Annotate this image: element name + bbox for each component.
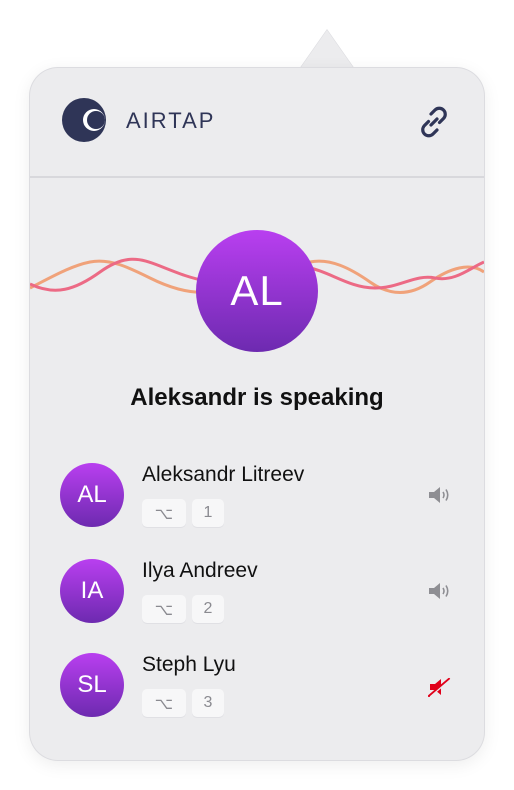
avatar: AL [60, 463, 124, 527]
airtap-logo-icon [62, 98, 106, 142]
shortcut-number-chip: 2 [192, 595, 224, 623]
option-key-chip: ⌥ [142, 595, 186, 623]
speaker-muted-icon[interactable] [428, 677, 452, 697]
participant-row[interactable]: IA Ilya Andreev ⌥ 2 [60, 559, 460, 625]
participant-name: Steph Lyu [142, 653, 236, 676]
speaker-volume-icon[interactable] [428, 581, 452, 601]
airtap-popover: AIRTAP AL Aleksandr is speaking AL Aleks… [30, 68, 484, 760]
avatar: SL [60, 653, 124, 717]
option-key-chip: ⌥ [142, 689, 186, 717]
avatar: IA [60, 559, 124, 623]
shortcut-number-chip: 3 [192, 689, 224, 717]
popover-caret [299, 30, 355, 70]
shortcut-number-chip: 1 [192, 499, 224, 527]
brand-name: AIRTAP [126, 108, 216, 133]
option-key-chip: ⌥ [142, 499, 186, 527]
participant-row[interactable]: SL Steph Lyu ⌥ 3 [60, 653, 460, 719]
speaker-volume-icon[interactable] [428, 485, 452, 505]
participant-name: Aleksandr Litreev [142, 463, 305, 486]
speaking-status: Aleksandr is speaking [130, 384, 384, 411]
popover-header: AIRTAP [30, 68, 484, 178]
link-icon[interactable] [414, 102, 454, 142]
participant-name: Ilya Andreev [142, 559, 258, 582]
participant-row[interactable]: AL Aleksandr Litreev ⌥ 1 [60, 463, 460, 529]
current-speaker-avatar: AL [196, 230, 318, 352]
